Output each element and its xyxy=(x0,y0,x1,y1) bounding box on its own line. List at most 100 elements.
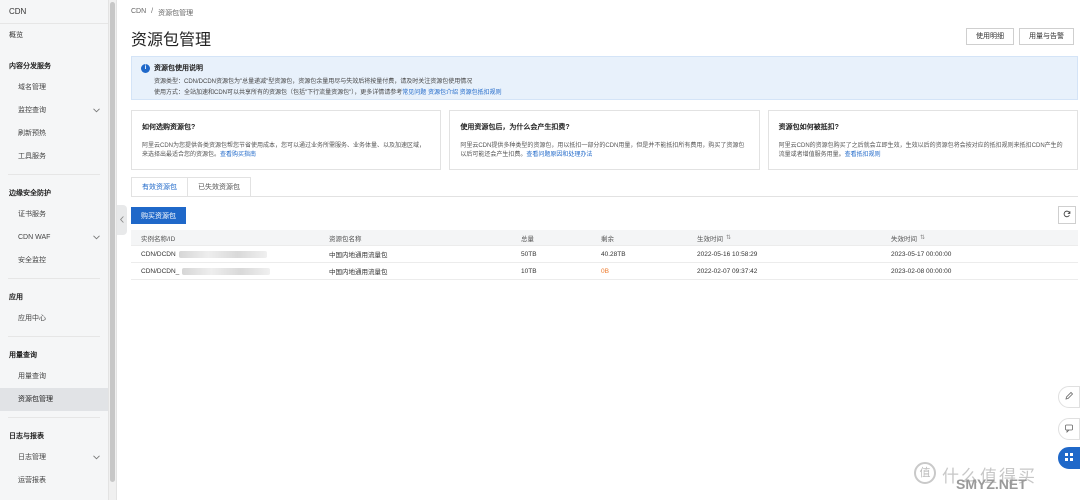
sidebar-collapse-button[interactable] xyxy=(117,205,127,235)
package-remaining: 0B xyxy=(601,267,609,275)
sidebar-group-apps: 应用 应用中心 xyxy=(0,289,108,330)
sidebar-group-content: 内容分发服务 域名管理 监控查询 刷新预热 工具服务 xyxy=(0,58,108,168)
column-header: 总量 xyxy=(521,235,534,243)
column-header-sortable[interactable]: 生效时间 ⇅ xyxy=(687,233,881,243)
sidebar-item-usage-query[interactable]: 用量查询 xyxy=(0,365,108,388)
info-title: 资源包使用说明 xyxy=(154,65,203,72)
chevron-down-icon xyxy=(92,454,100,462)
card-body: 阿里云CDN提供多种类型的资源包，用以抵扣一部分的CDN用量，但是并不能抵扣所有… xyxy=(460,142,748,160)
sidebar-item-label: 刷新预热 xyxy=(18,130,46,137)
table-header: 实例名称/ID 资源包名称 总量 剩余 生效时间 ⇅ 失效时间 ⇅ xyxy=(131,230,1078,246)
column-header-label: 生效时间 xyxy=(697,235,723,243)
purchase-guide-link[interactable]: 查看购买指南 xyxy=(220,152,256,158)
redacted-block xyxy=(178,250,267,258)
breadcrumb-root[interactable]: CDN xyxy=(131,8,146,18)
package-total: 10TB xyxy=(521,267,537,275)
instance-id: CDN/DCDN_ xyxy=(131,267,319,275)
sidebar-item-security-monitor[interactable]: 安全监控 xyxy=(0,249,108,272)
info-usage-text: 使用方式：全站加速和CDN可以共享所有的资源包（包括"下行流量资源包"），更多详… xyxy=(154,90,403,96)
sidebar-group-title: 边缘安全防护 xyxy=(9,190,51,197)
sidebar-item-label: 监控查询 xyxy=(18,107,46,114)
column-header: 资源包名称 xyxy=(329,235,362,243)
breadcrumb: CDN / 资源包管理 xyxy=(131,8,193,18)
chevron-left-icon xyxy=(119,215,124,225)
breadcrumb-separator: / xyxy=(151,8,154,15)
sidebar-divider xyxy=(8,278,100,279)
sidebar-item-reports[interactable]: 运营报表 xyxy=(0,469,108,492)
package-start-time: 2022-05-16 10:58:29 xyxy=(697,250,758,258)
feedback-float-button[interactable] xyxy=(1058,386,1080,408)
sidebar-item-certificates[interactable]: 证书服务 xyxy=(0,203,108,226)
sidebar-item-refresh[interactable]: 刷新预热 xyxy=(0,122,108,145)
sidebar-scrollbar[interactable] xyxy=(109,0,117,500)
column-header: 实例名称/ID xyxy=(141,235,176,243)
help-card: 资源包如何被抵扣? 阿里云CDN的资源包购买了之后就会立即生效，生效以后的资源包… xyxy=(767,110,1078,170)
sort-icon[interactable]: ⇅ xyxy=(726,234,731,241)
instance-id-text: CDN/DCDN xyxy=(141,250,176,258)
package-intro-link[interactable]: 资源包介绍 xyxy=(428,90,458,96)
card-text: 阿里云CDN为您提供各类资源包帮您节省使用成本，您可以通过业务所需服务、业务体量… xyxy=(142,143,426,158)
info-usage-method: 使用方式：全站加速和CDN可以共享所有的资源包（包括"下行流量资源包"），更多详… xyxy=(154,87,502,96)
sidebar-group-title: 内容分发服务 xyxy=(9,63,51,70)
column-header-sortable[interactable]: 失效时间 ⇅ xyxy=(881,233,1078,243)
package-total: 50TB xyxy=(521,250,537,258)
tab-expired-packages[interactable]: 已失效资源包 xyxy=(188,177,251,197)
tab-active-packages[interactable]: 有效资源包 xyxy=(131,177,188,197)
sidebar-item-tools[interactable]: 工具服务 xyxy=(0,145,108,168)
package-name: 中国内地通用流量包 xyxy=(329,252,388,259)
column-header-label: 失效时间 xyxy=(891,235,917,243)
sidebar-item-label: 证书服务 xyxy=(18,211,46,218)
info-icon: i xyxy=(141,64,150,73)
chat-float-button[interactable] xyxy=(1058,418,1080,440)
deduction-rules-card-link[interactable]: 查看抵扣规则 xyxy=(845,152,881,158)
card-text: 阿里云CDN提供多种类型的资源包，用以抵扣一部分的CDN用量，但是并不能抵扣所有… xyxy=(460,143,745,158)
sidebar-group-logs: 日志与报表 日志管理 运营报表 xyxy=(0,428,108,492)
usage-alert-button[interactable]: 用量与告警 xyxy=(1019,28,1074,45)
sidebar-item-resource-packages[interactable]: 资源包管理 xyxy=(0,388,108,411)
package-remaining: 40.28TB xyxy=(601,250,626,258)
sidebar-divider xyxy=(8,174,100,175)
package-name: 中国内地通用流量包 xyxy=(329,269,388,276)
usage-details-button[interactable]: 使用明细 xyxy=(966,28,1014,45)
card-text: 阿里云CDN的资源包购买了之后就会立即生效，生效以后的资源包将会按对应的抵扣规则… xyxy=(778,143,1063,158)
sidebar-group-title: 用量查询 xyxy=(9,352,37,359)
card-title: 如何选购资源包? xyxy=(142,124,196,131)
edit-icon xyxy=(1064,391,1074,403)
sidebar-item-cdn-waf[interactable]: CDN WAF xyxy=(0,226,108,249)
sidebar-group-title: 日志与报表 xyxy=(9,433,44,440)
sidebar-item-label: 域名管理 xyxy=(18,84,46,91)
table-row: CDN/DCDN_ 中国内地通用流量包 10TB 0B 2022-02-07 0… xyxy=(131,263,1078,280)
sort-icon[interactable]: ⇅ xyxy=(920,234,925,241)
deduction-rules-link[interactable]: 资源包抵扣规则 xyxy=(460,90,502,96)
column-header: 剩余 xyxy=(601,235,614,243)
sidebar-item-label: 安全监控 xyxy=(18,257,46,264)
buy-package-button[interactable]: 购买资源包 xyxy=(131,207,186,224)
package-tabs: 有效资源包 已失效资源包 xyxy=(131,177,251,197)
info-banner: i 资源包使用说明 资源类型：CDN/DCDN资源包为"总量递减"型资源包，资源… xyxy=(131,56,1078,100)
help-card: 如何选购资源包? 阿里云CDN为您提供各类资源包帮您节省使用成本，您可以通过业务… xyxy=(131,110,442,170)
table-row: CDN/DCDN 中国内地通用流量包 50TB 40.28TB 2022-05-… xyxy=(131,246,1078,263)
sidebar-item-monitoring[interactable]: 监控查询 xyxy=(0,99,108,122)
chevron-down-icon xyxy=(92,234,100,242)
sidebar-item-label: 资源包管理 xyxy=(18,396,53,403)
sidebar-item-label: 运营报表 xyxy=(18,477,46,484)
sidebar-title: CDN xyxy=(0,0,108,24)
redacted-block xyxy=(182,267,271,275)
sidebar-item-overview[interactable]: 概览 xyxy=(0,24,108,48)
sidebar-divider xyxy=(8,417,100,418)
scrollbar-thumb[interactable] xyxy=(110,2,115,482)
tab-divider xyxy=(131,196,1078,197)
sidebar-item-app-center[interactable]: 应用中心 xyxy=(0,307,108,330)
sidebar-group-security: 边缘安全防护 证书服务 CDN WAF 安全监控 xyxy=(0,185,108,272)
sidebar: CDN 概览 内容分发服务 域名管理 监控查询 刷新预热 工具服务 边缘安全防护… xyxy=(0,0,109,500)
fee-reason-link[interactable]: 查看问题原因和处理办法 xyxy=(526,152,592,158)
sidebar-item-log-management[interactable]: 日志管理 xyxy=(0,446,108,469)
sidebar-item-domains[interactable]: 域名管理 xyxy=(0,76,108,99)
sidebar-group-title: 应用 xyxy=(9,294,23,301)
chevron-down-icon xyxy=(92,107,100,115)
faq-link[interactable]: 常见问题 xyxy=(402,90,426,96)
instance-id: CDN/DCDN xyxy=(131,250,319,258)
refresh-button[interactable] xyxy=(1058,206,1076,224)
sidebar-item-label: 用量查询 xyxy=(18,373,46,380)
package-end-time: 2023-05-17 00:00:00 xyxy=(891,250,952,258)
